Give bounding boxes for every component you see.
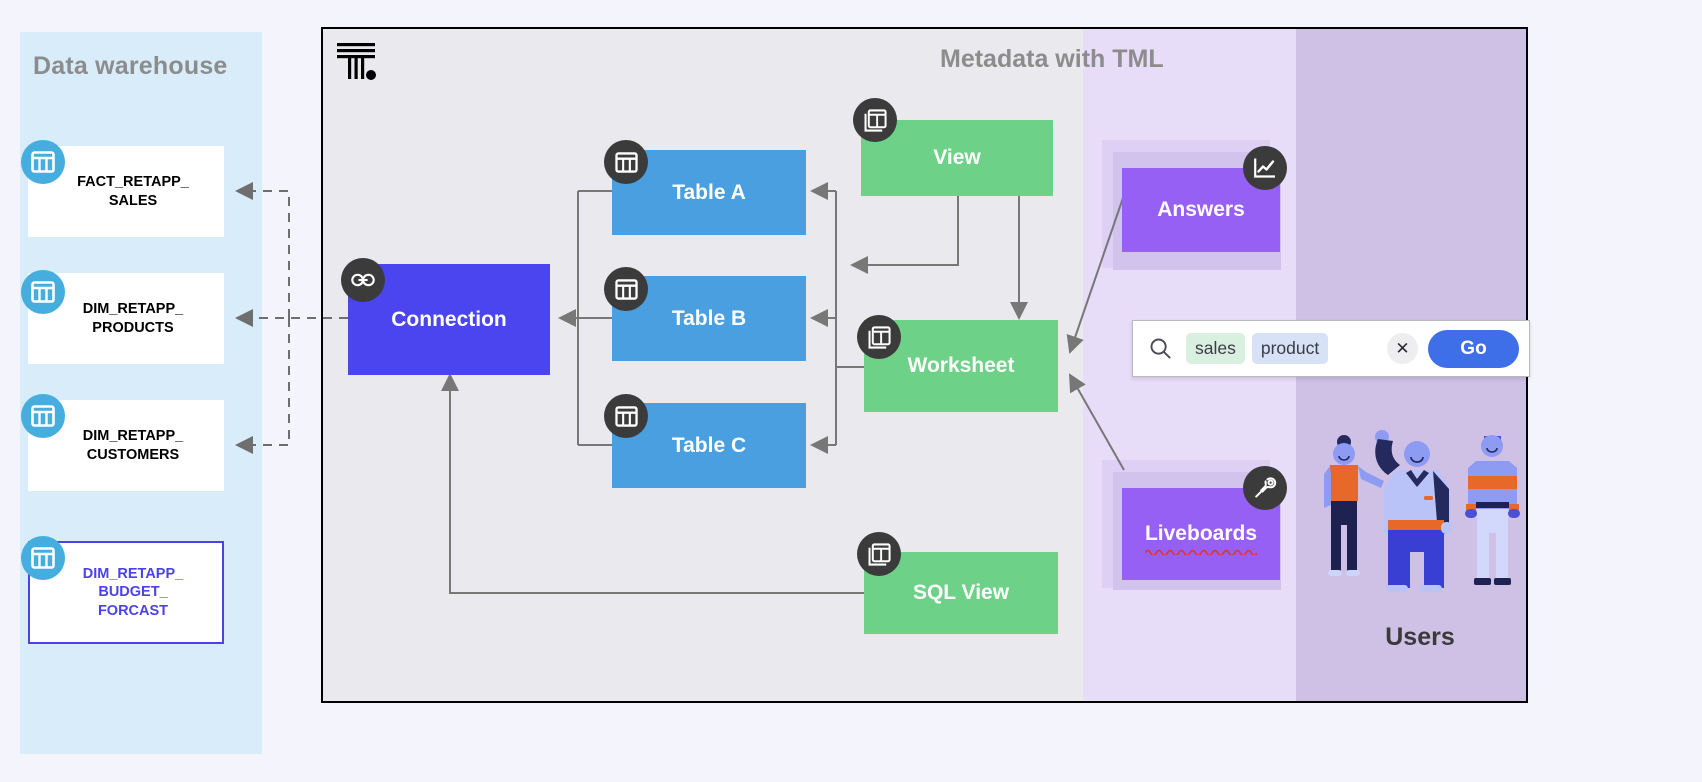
node-label: Liveboards (1144, 522, 1258, 545)
diagram-canvas: Data warehouse FACT_RETAPP_ SALES DIM_RE… (0, 0, 1702, 782)
table-icon (21, 394, 65, 438)
clear-search-button[interactable]: ✕ (1387, 333, 1418, 364)
spellcheck-underline (1144, 549, 1258, 555)
metadata-title: Metadata with TML (940, 45, 1164, 73)
warehouse-table-label: DIM_RETAPP_ BUDGET_ FORCAST (82, 566, 184, 619)
person-left (1324, 435, 1384, 576)
person-right (1465, 435, 1520, 585)
data-warehouse-title: Data warehouse (33, 52, 228, 80)
warehouse-table-label: DIM_RETAPP_ CUSTOMERS (82, 428, 184, 463)
search-token-sales[interactable]: sales (1186, 333, 1245, 364)
node-label: SQL View (912, 581, 1010, 604)
view-icon (857, 315, 901, 359)
node-label: Table A (672, 180, 746, 204)
node-label: Table B (671, 306, 747, 330)
node-label: View (933, 146, 981, 169)
users-label: Users (1385, 623, 1455, 651)
node-label: Answers (1157, 198, 1245, 221)
thoughtspot-logo (332, 36, 380, 84)
data-warehouse-panel (20, 32, 262, 754)
node-label-wrapper: Liveboards (1144, 522, 1258, 555)
node-label: Table C (671, 433, 747, 457)
table-icon (604, 140, 648, 184)
table-icon (21, 270, 65, 314)
search-token-product[interactable]: product (1251, 333, 1329, 364)
node-label: Worksheet (907, 354, 1015, 377)
table-icon (604, 267, 648, 311)
view-icon (853, 98, 897, 142)
chart-icon (1243, 146, 1287, 190)
warehouse-table-label: FACT_RETAPP_ SALES (77, 174, 189, 209)
table-icon (604, 394, 648, 438)
table-icon (21, 536, 65, 580)
search-bar[interactable]: sales product ✕ Go (1132, 320, 1530, 377)
node-label: Connection (391, 307, 507, 331)
three-people-illustration (1324, 430, 1520, 592)
link-icon (341, 258, 385, 302)
view-icon (857, 532, 901, 576)
table-icon (21, 140, 65, 184)
go-button[interactable]: Go (1428, 329, 1519, 368)
warehouse-table-label: DIM_RETAPP_ PRODUCTS (82, 301, 184, 336)
person-center (1375, 430, 1452, 592)
pin-icon (1243, 466, 1287, 510)
search-icon (1149, 337, 1172, 360)
